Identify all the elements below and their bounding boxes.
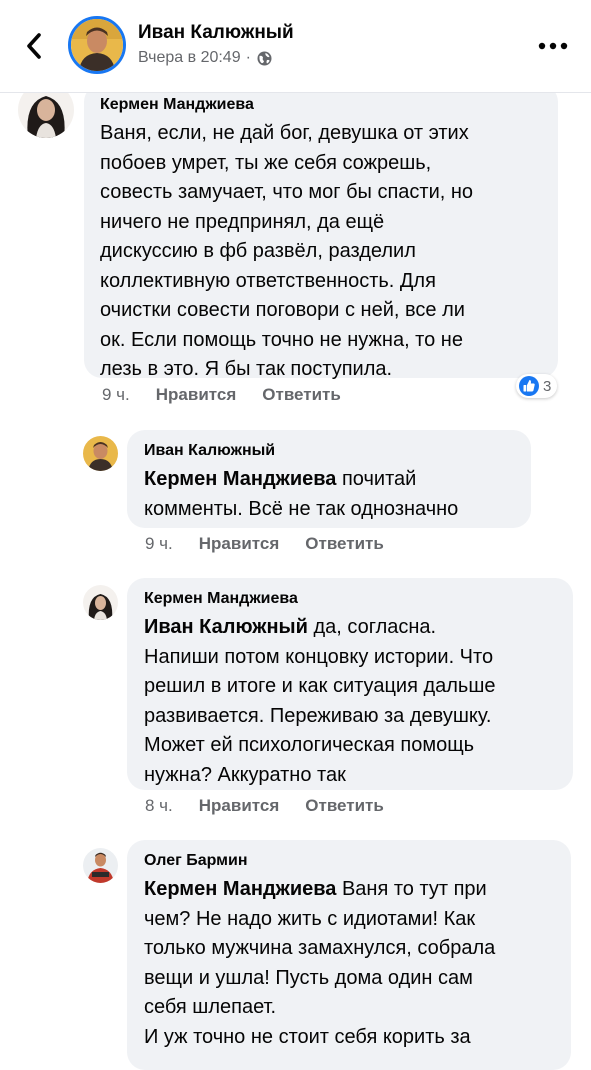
- comment-time[interactable]: 9 ч.: [102, 385, 130, 405]
- thumbs-up-icon: [519, 376, 539, 396]
- commenter-avatar[interactable]: [83, 848, 118, 883]
- author-name[interactable]: Иван Калюжный: [138, 22, 294, 44]
- reply-button[interactable]: Ответить: [305, 534, 384, 554]
- comment-author[interactable]: Иван Калюжный: [144, 441, 514, 461]
- comment-bubble: Кермен Манджиева Ваня, если, не дай бог,…: [84, 84, 558, 380]
- comment-bubble: Олег Бармин Кермен Манджиева Ваня то тут…: [127, 840, 571, 1070]
- commenter-avatar[interactable]: [83, 585, 118, 620]
- commenter-avatar[interactable]: [83, 436, 118, 471]
- comment-time[interactable]: 8 ч.: [145, 796, 173, 816]
- comment-author[interactable]: Кермен Манджиева: [144, 589, 556, 609]
- like-button[interactable]: Нравится: [199, 796, 280, 816]
- comment-text: Иван Калюжный да, согласна. Напиши потом…: [144, 616, 496, 786]
- like-button[interactable]: Нравится: [199, 534, 280, 554]
- post-time[interactable]: Вчера в 20:49: [138, 49, 241, 67]
- comment-text: Кермен Манджиева почитай комменты. Всё н…: [144, 468, 459, 520]
- mention-link[interactable]: Кермен Манджиева: [144, 468, 336, 490]
- like-button[interactable]: Нравится: [156, 385, 237, 405]
- comment-author[interactable]: Олег Бармин: [144, 851, 554, 871]
- comment-author[interactable]: Кермен Манджиева: [100, 95, 542, 115]
- comment-actions: 9 ч. Нравится Ответить: [145, 534, 410, 554]
- reaction-count: 3: [543, 377, 552, 395]
- comment-bubble: Иван Калюжный Кермен Манджиева почитай к…: [127, 430, 531, 528]
- comment-actions: 8 ч. Нравится Ответить: [145, 796, 410, 816]
- mention-link[interactable]: Кермен Манджиева: [144, 878, 336, 900]
- reply-button[interactable]: Ответить: [305, 796, 384, 816]
- comment-bubble: Кермен Манджиева Иван Калюжный да, согла…: [127, 578, 573, 790]
- comment-time[interactable]: 9 ч.: [145, 534, 173, 554]
- post-header: Иван Калюжный Вчера в 20:49 ·: [0, 0, 591, 93]
- post-meta: Вчера в 20:49 ·: [138, 49, 273, 67]
- comment-text: Кермен Манджиева Ваня то тут при чем? Не…: [144, 878, 496, 1048]
- mention-link[interactable]: Иван Калюжный: [144, 616, 308, 638]
- author-avatar[interactable]: [68, 16, 126, 74]
- reaction-summary[interactable]: 3: [516, 374, 558, 398]
- comment-text: Ваня, если, не дай бог, девушка от этих …: [100, 122, 474, 380]
- comment-actions: 9 ч. Нравится Ответить: [102, 385, 367, 405]
- more-options-button[interactable]: [535, 34, 571, 58]
- globe-icon: [257, 51, 272, 65]
- back-button[interactable]: [14, 26, 54, 66]
- chevron-left-icon: [27, 33, 41, 59]
- reply-button[interactable]: Ответить: [262, 385, 341, 405]
- meta-separator: ·: [245, 49, 251, 66]
- more-dots-icon: [538, 42, 568, 50]
